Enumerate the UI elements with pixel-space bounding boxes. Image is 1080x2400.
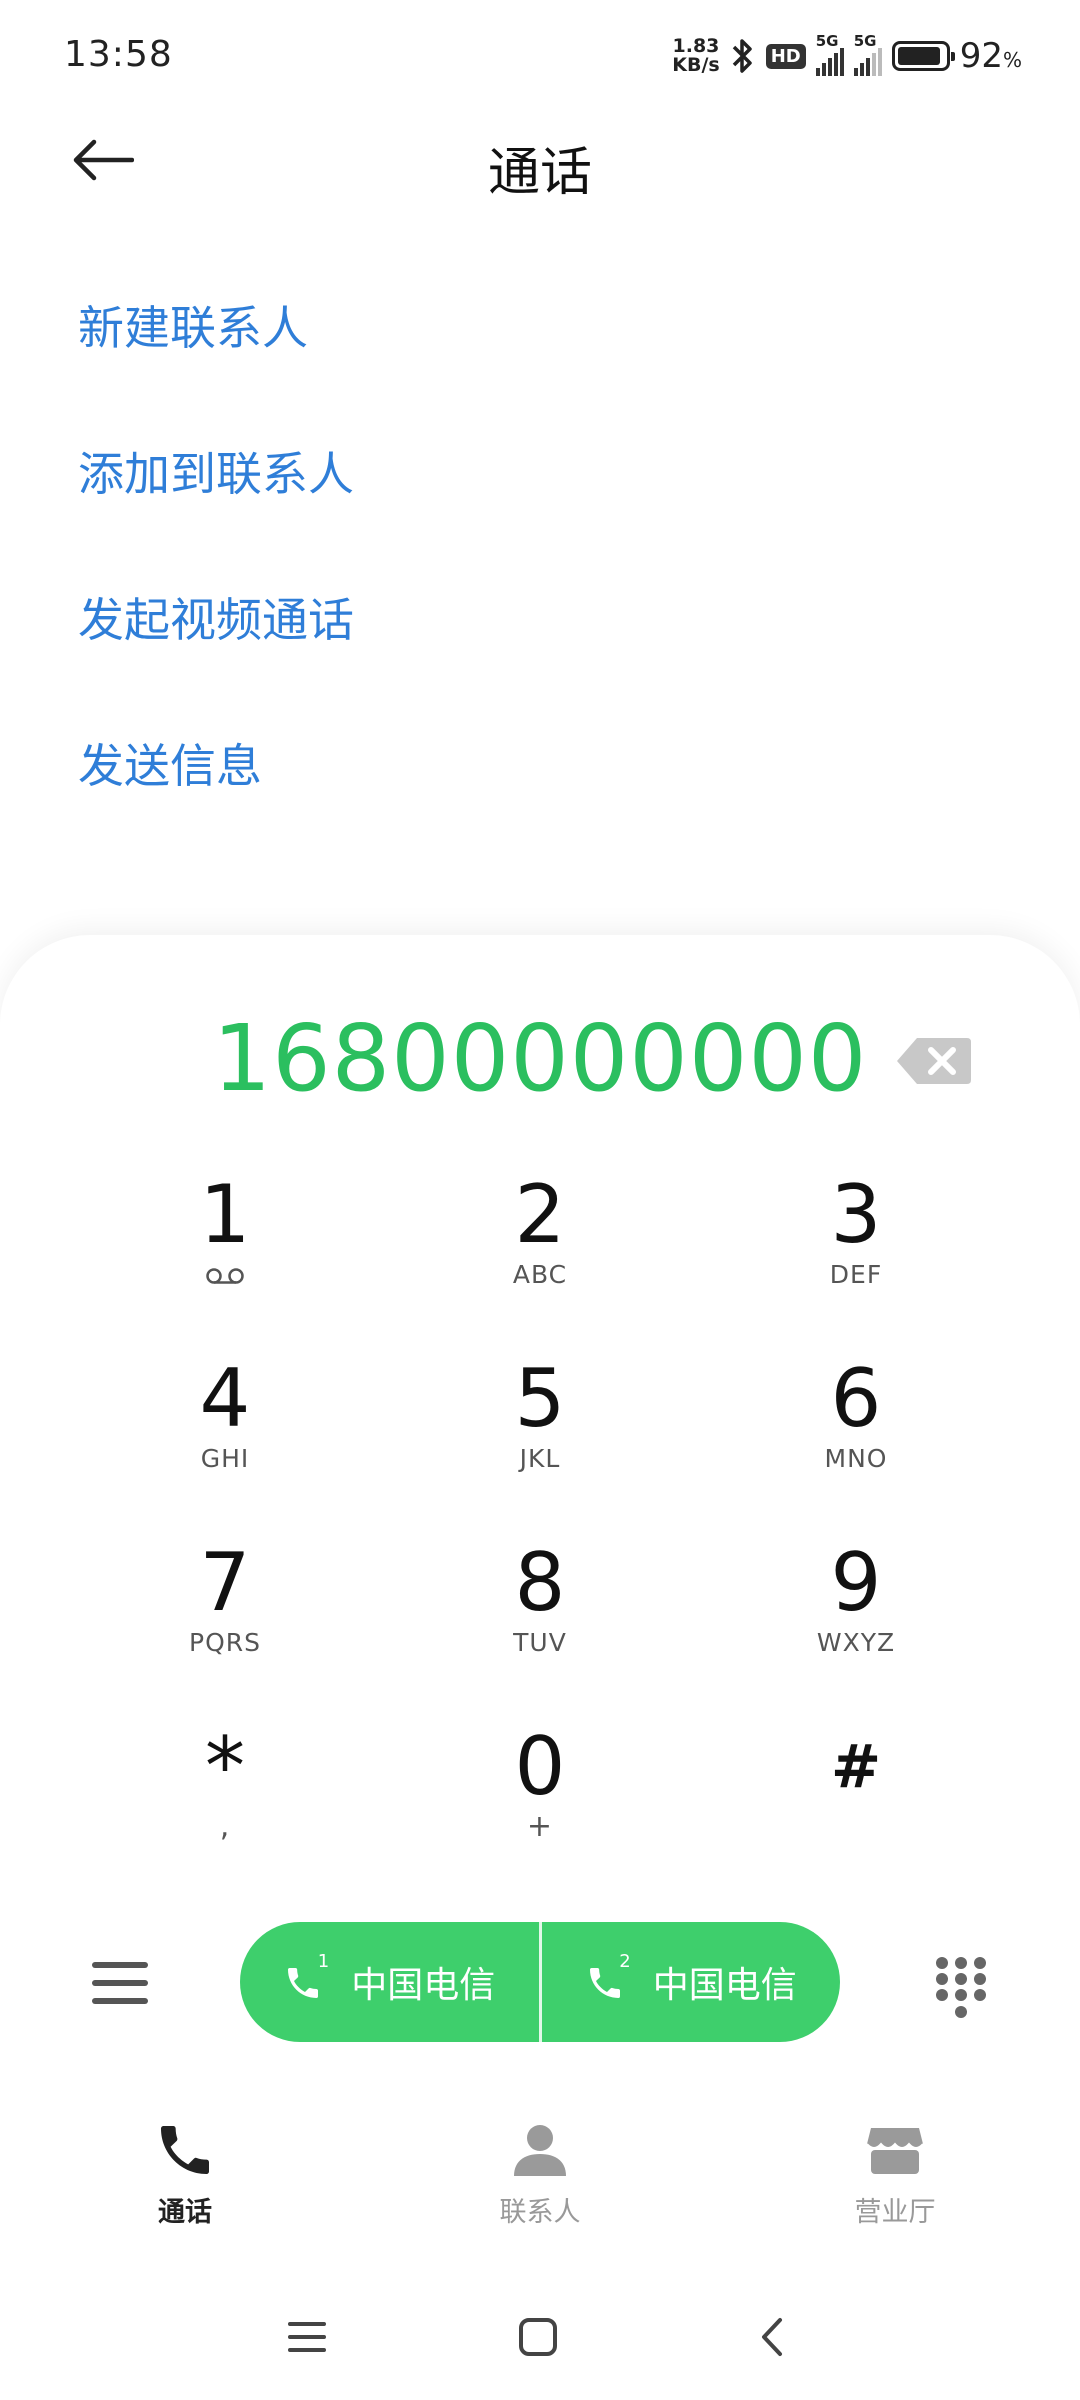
key-letters: TUV — [513, 1628, 567, 1657]
menu-button[interactable] — [92, 1962, 148, 2010]
recents-icon — [288, 2322, 326, 2352]
sim1-signal-icon: 5G — [815, 32, 844, 76]
key-8[interactable]: 8 TUV — [430, 1538, 650, 1708]
key-digit: 5 — [514, 1352, 566, 1445]
sim1-index: 1 — [317, 1951, 330, 1972]
key-letters: DEF — [829, 1260, 883, 1289]
bottom-nav: 通话 联系人 营业厅 — [0, 2118, 1080, 2248]
system-back-button[interactable] — [750, 2314, 800, 2364]
status-bar: 13:58 1.83 KB/s HD 5G 5G 92% — [0, 0, 1080, 110]
battery-percentage: 92% — [959, 36, 1022, 76]
key-5[interactable]: 5 JKL — [430, 1354, 650, 1524]
network-speed-unit: KB/s — [672, 54, 720, 76]
nav-label: 联系人 — [499, 2197, 581, 2228]
key-letters: MNO — [824, 1444, 888, 1473]
system-home-button[interactable] — [515, 2314, 565, 2364]
key-letters: ABC — [512, 1260, 568, 1289]
key-6[interactable]: 6 MNO — [746, 1354, 966, 1524]
home-icon — [519, 2318, 557, 2356]
sim2-index: 2 — [619, 1951, 631, 1972]
key-digit: 0 — [514, 1720, 566, 1813]
key-7[interactable]: 7 PQRS — [115, 1538, 335, 1708]
key-4[interactable]: 4 GHI — [115, 1354, 335, 1524]
send-message-link[interactable]: 发送信息 — [78, 728, 354, 874]
number-actions: 新建联系人 添加到联系人 发起视频通话 发送信息 — [78, 290, 354, 874]
system-nav-bar — [0, 2300, 1080, 2380]
add-to-contact-link[interactable]: 添加到联系人 — [78, 436, 354, 582]
nav-tab-contacts[interactable]: 联系人 — [440, 2118, 640, 2229]
system-back-icon — [762, 2318, 782, 2356]
network-speed: 1.83 KB/s — [672, 37, 719, 75]
key-letters: GHI — [200, 1444, 250, 1473]
nav-label: 营业厅 — [854, 2197, 936, 2228]
video-call-link[interactable]: 发起视频通话 — [78, 582, 354, 728]
page-title: 通话 — [487, 143, 592, 203]
key-2[interactable]: 2 ABC — [430, 1170, 650, 1340]
key-letters: + — [526, 1809, 554, 1844]
backspace-button[interactable] — [895, 1036, 973, 1086]
key-letters: JKL — [519, 1444, 561, 1473]
key-digit: # — [830, 1732, 882, 1802]
key-digit: 7 — [199, 1536, 251, 1629]
key-3[interactable]: 3 DEF — [746, 1170, 966, 1340]
key-1[interactable]: 1 — [115, 1170, 335, 1340]
backspace-icon — [897, 1038, 971, 1084]
new-contact-link[interactable]: 新建联系人 — [78, 290, 354, 436]
hd-voice-badge: HD — [765, 43, 806, 69]
battery-icon — [891, 41, 955, 71]
key-letters: PQRS — [189, 1628, 261, 1657]
dialpad-icon — [936, 1957, 986, 2018]
key-digit: 6 — [830, 1352, 882, 1445]
contacts-icon — [514, 2125, 566, 2176]
key-digit: 2 — [514, 1168, 566, 1261]
call-sim2-button[interactable]: 2 中国电信 — [538, 1922, 841, 2042]
sim1-network-type: 5G — [815, 32, 839, 50]
sim1-phone-icon: 1 — [283, 1951, 333, 2007]
status-time: 13:58 — [64, 34, 173, 75]
call-buttons: 1 中国电信 2 中国电信 — [240, 1922, 840, 2042]
bluetooth-icon — [732, 39, 752, 73]
call-sim1-button[interactable]: 1 中国电信 — [240, 1922, 539, 2042]
key-letters: , — [219, 1809, 231, 1844]
phone-icon — [161, 2126, 209, 2174]
key-digit: * — [205, 1720, 245, 1813]
nav-label: 通话 — [158, 2197, 212, 2228]
store-icon — [866, 2128, 924, 2174]
sim2-phone-icon: 2 — [585, 1951, 635, 2007]
nav-tab-store[interactable]: 营业厅 — [795, 2118, 995, 2229]
system-recents-button[interactable] — [284, 2314, 334, 2364]
nav-tab-calls[interactable]: 通话 — [85, 2118, 285, 2229]
key-digit: 8 — [514, 1536, 566, 1629]
key-digit: 9 — [830, 1536, 882, 1629]
key-hash[interactable]: # — [746, 1722, 966, 1892]
key-star[interactable]: * , — [115, 1722, 335, 1892]
sim2-carrier-label: 中国电信 — [652, 1965, 797, 2006]
key-letters: WXYZ — [816, 1628, 896, 1657]
key-9[interactable]: 9 WXYZ — [746, 1538, 966, 1708]
status-indicators: 1.83 KB/s HD 5G 5G 92% — [672, 32, 1022, 78]
menu-icon — [92, 1962, 148, 2004]
key-digit: 1 — [199, 1168, 251, 1261]
key-0[interactable]: 0 + — [430, 1722, 650, 1892]
dialpad-toggle-button[interactable] — [934, 1955, 988, 2021]
voicemail-icon — [206, 1268, 244, 1284]
sim2-signal-icon: 5G — [853, 32, 882, 76]
key-digit: 4 — [199, 1352, 251, 1445]
key-digit: 3 — [830, 1168, 882, 1261]
sim2-network-type: 5G — [853, 32, 877, 50]
sim1-carrier-label: 中国电信 — [351, 1965, 496, 2006]
